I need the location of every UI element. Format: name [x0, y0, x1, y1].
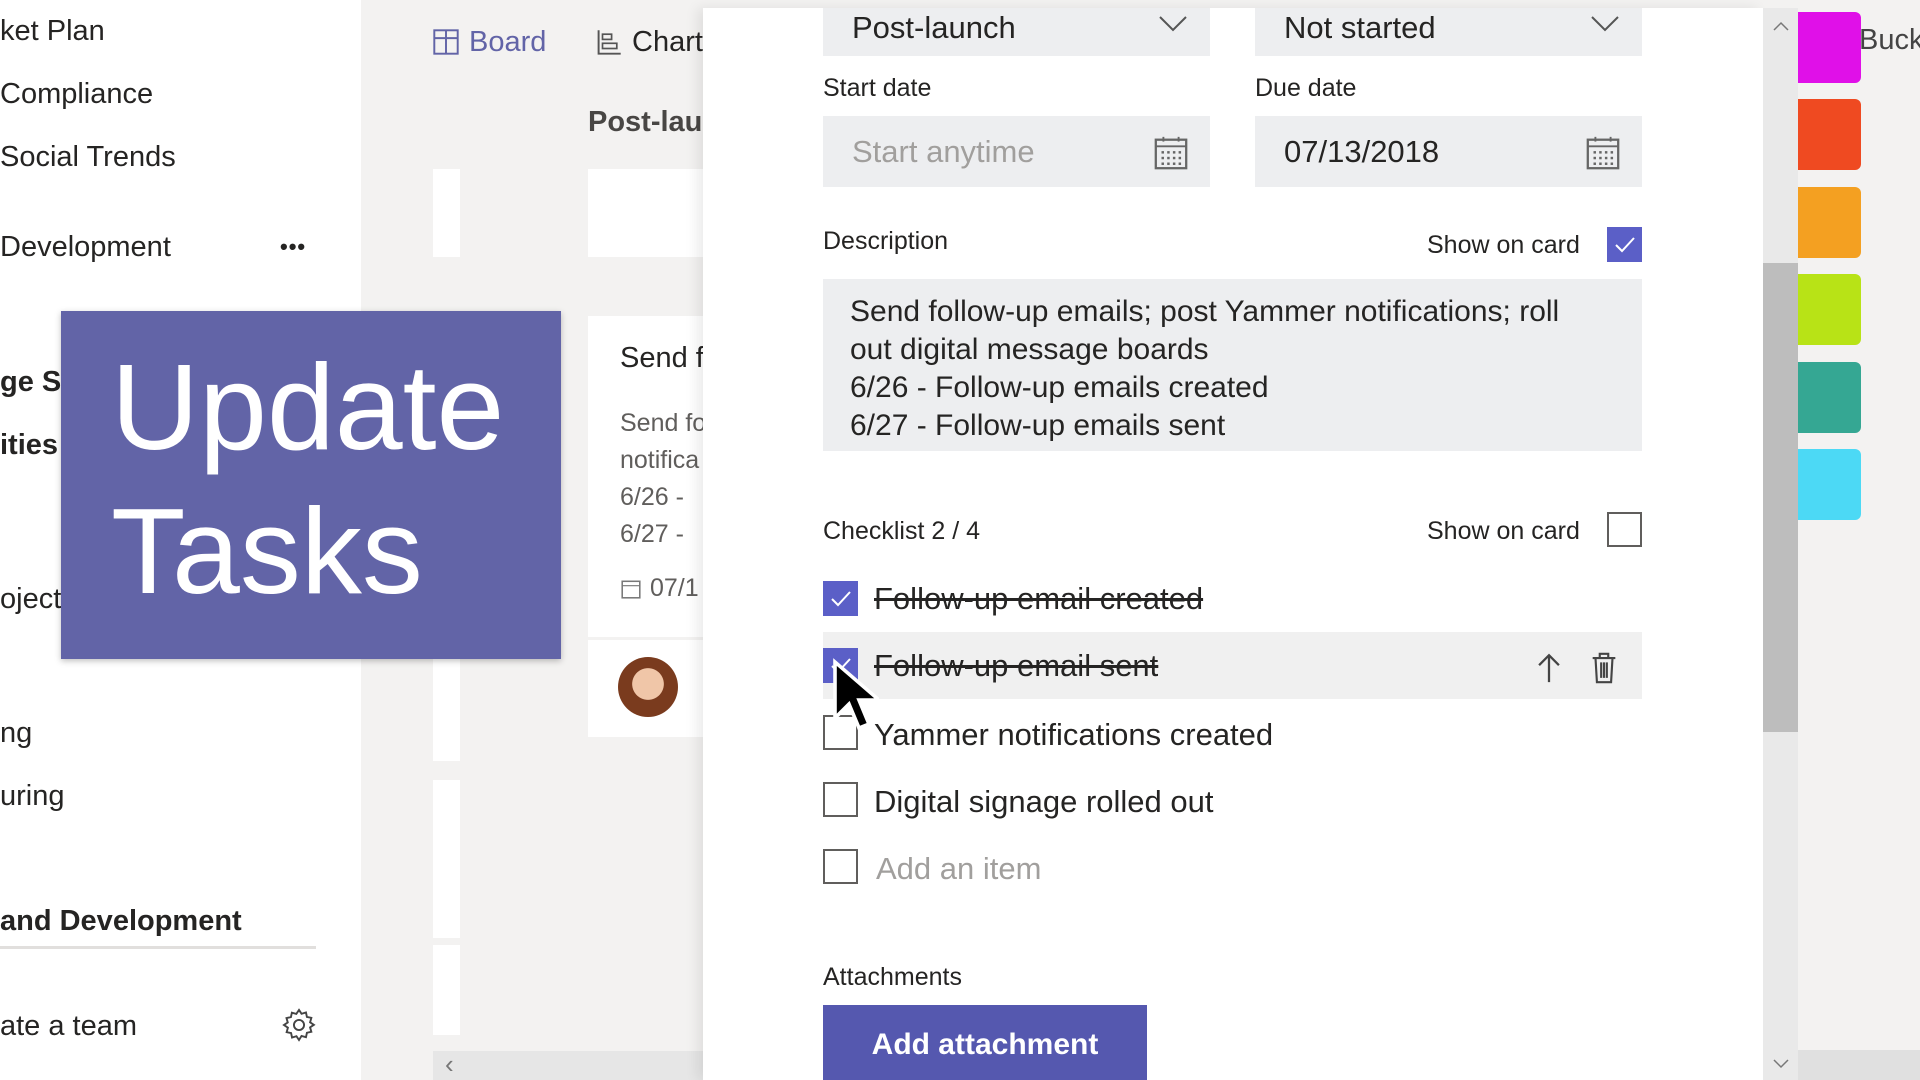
- sidebar-item[interactable]: oject: [0, 581, 61, 617]
- bucket-dropdown[interactable]: Post-launch: [823, 8, 1210, 56]
- bucket-color-swatch: [1798, 362, 1861, 433]
- bucket-color-swatch: [1798, 12, 1861, 83]
- task-card[interactable]: [588, 169, 703, 257]
- calendar-icon: [621, 580, 641, 599]
- checklist-item[interactable]: Follow-up email sent: [874, 647, 1158, 685]
- tab-label: Board: [469, 26, 547, 58]
- card-description: Send fo notifica 6/26 - 6/27 -: [620, 405, 703, 553]
- card-desc-line: 6/26 -: [620, 483, 684, 511]
- progress-dropdown[interactable]: Not started: [1255, 8, 1642, 56]
- chart-icon: [597, 30, 621, 55]
- checklist-checkbox[interactable]: [823, 782, 858, 817]
- description-label: Description: [823, 227, 949, 255]
- add-item-input[interactable]: Add an item: [876, 850, 1041, 888]
- description-line: out digital message boards: [850, 333, 1209, 366]
- checklist-item[interactable]: Yammer notifications created: [874, 716, 1273, 754]
- task-details-panel: Post-launch Not started Start date Due d…: [703, 8, 1763, 1080]
- due-date-value: 07/13/2018: [1284, 133, 1440, 169]
- attachments-label: Attachments: [823, 963, 962, 991]
- chevron-down-icon: [1591, 16, 1619, 32]
- card-desc-line: notifica: [620, 446, 700, 474]
- overlay-line: Update: [111, 339, 505, 475]
- card-due-date: 07/1: [650, 574, 699, 602]
- sidebar-item[interactable]: ket Plan: [0, 13, 105, 49]
- show-on-card-label: Show on card: [1427, 231, 1580, 259]
- board-icon: [433, 29, 459, 55]
- tab-board[interactable]: Board: [433, 24, 546, 60]
- sidebar-item[interactable]: ities: [0, 427, 58, 463]
- card-desc-line: Send fo: [620, 409, 703, 437]
- bucket-color-swatch: [1798, 187, 1861, 258]
- bucket-color-swatch: [1798, 449, 1861, 520]
- column-strip: [433, 169, 460, 257]
- bucket-title: Post-lau: [588, 106, 703, 138]
- sidebar-item[interactable]: Social Trends: [0, 139, 176, 175]
- sidebar-item[interactable]: and Development: [0, 903, 242, 939]
- gear-icon[interactable]: [280, 1006, 318, 1044]
- card-desc-line: 6/27 -: [620, 520, 684, 548]
- mouse-cursor-icon: [833, 658, 879, 731]
- more-options-icon[interactable]: •••: [280, 229, 306, 265]
- horizontal-scrollbar[interactable]: ‹: [433, 1049, 703, 1080]
- sidebar-item[interactable]: uring: [0, 778, 65, 814]
- description-textarea[interactable]: Send follow-up emails; post Yammer notif…: [823, 279, 1642, 451]
- trash-icon[interactable]: [1589, 651, 1619, 685]
- check-icon: [830, 590, 851, 606]
- column-strip: [433, 780, 460, 938]
- show-on-card-label: Show on card: [1427, 517, 1580, 545]
- due-date-label: Due date: [1255, 74, 1357, 102]
- sidebar-item[interactable]: ng: [0, 715, 32, 751]
- start-date-input[interactable]: Start anytime: [823, 116, 1210, 187]
- chevron-down-icon: [1159, 16, 1187, 32]
- bucket-label: Buck: [1859, 24, 1920, 56]
- start-date-placeholder: Start anytime: [852, 133, 1035, 169]
- task-card[interactable]: Send f Send fo notifica 6/26 - 6/27 - 07…: [588, 316, 703, 637]
- vertical-scrollbar[interactable]: [1763, 8, 1798, 1080]
- sidebar-item[interactable]: Development: [0, 229, 171, 265]
- scroll-thumb[interactable]: [1763, 263, 1798, 732]
- scroll-up-icon[interactable]: [1772, 20, 1790, 32]
- create-team-link[interactable]: ate a team: [0, 1008, 137, 1044]
- bucket-color-swatch: [1798, 99, 1861, 170]
- checklist-label: Checklist 2 / 4: [823, 517, 981, 545]
- move-up-icon[interactable]: [1534, 651, 1564, 685]
- tab-chart[interactable]: Chart: [596, 24, 703, 60]
- bucket-value: Post-launch: [852, 10, 1016, 45]
- bucket-color-swatch: [1798, 274, 1861, 345]
- tab-label: Chart: [632, 26, 703, 58]
- card-title: Send f: [620, 342, 703, 374]
- description-show-on-card-checkbox[interactable]: [1607, 227, 1642, 262]
- scroll-left-icon[interactable]: ‹: [445, 1049, 454, 1080]
- description-line: 6/26 - Follow-up emails created: [850, 371, 1269, 404]
- horizontal-scrollbar[interactable]: [1798, 1050, 1920, 1080]
- overlay-line: Tasks: [111, 483, 423, 619]
- title-overlay: Update Tasks: [61, 311, 561, 659]
- add-attachment-button[interactable]: Add attachment: [823, 1005, 1147, 1080]
- add-item-checkbox: [823, 849, 858, 884]
- task-card[interactable]: [588, 640, 703, 737]
- due-date-input[interactable]: 07/13/2018: [1255, 116, 1642, 187]
- column-strip: [433, 945, 460, 1035]
- check-icon: [1614, 236, 1635, 252]
- sidebar-item[interactable]: Compliance: [0, 76, 153, 112]
- checklist-checkbox[interactable]: [823, 581, 858, 616]
- progress-value: Not started: [1284, 10, 1436, 45]
- start-date-label: Start date: [823, 74, 932, 102]
- description-line: 6/27 - Follow-up emails sent: [850, 409, 1226, 442]
- calendar-icon[interactable]: [1584, 134, 1622, 172]
- divider: [0, 946, 316, 949]
- scroll-down-icon[interactable]: [1772, 1058, 1790, 1070]
- checklist-show-on-card-checkbox[interactable]: [1607, 512, 1642, 547]
- avatar: [618, 657, 678, 717]
- checklist-item[interactable]: Follow-up email created: [874, 580, 1203, 618]
- calendar-icon[interactable]: [1152, 134, 1190, 172]
- description-line: Send follow-up emails; post Yammer notif…: [850, 295, 1560, 328]
- checklist-item[interactable]: Digital signage rolled out: [874, 783, 1214, 821]
